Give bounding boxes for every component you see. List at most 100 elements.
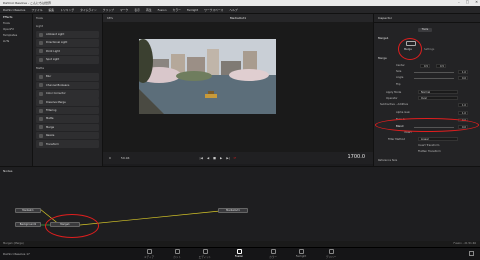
- menu-item[interactable]: タイムライン: [80, 8, 97, 12]
- node-background1[interactable]: Background1: [15, 222, 41, 227]
- edit-icon: [202, 249, 208, 254]
- page-cut[interactable]: カット: [166, 249, 188, 259]
- rewind-button[interactable]: |◀: [200, 156, 203, 160]
- library-item[interactable]: Filtering: [36, 106, 99, 115]
- inspector-title: Inspector: [374, 14, 480, 23]
- close-icon[interactable]: ✕: [475, 0, 478, 4]
- section-merge: Merge: [378, 56, 387, 60]
- effects-library: Tools Light Ambient Light Directional Li…: [33, 14, 103, 166]
- library-item[interactable]: Spot Light: [36, 55, 99, 64]
- node-mediaout1[interactable]: MediaOut1: [218, 208, 248, 213]
- page-fairlight[interactable]: Fairlight: [290, 249, 312, 258]
- page-fusion[interactable]: Fusion: [228, 249, 250, 258]
- library-item[interactable]: Matte: [36, 115, 99, 123]
- page-deliver[interactable]: デリバー: [320, 249, 342, 259]
- timecode: 1700.0: [347, 154, 366, 160]
- home-icon[interactable]: [469, 251, 474, 256]
- alpha-gain-field[interactable]: 1.0: [458, 111, 468, 115]
- menu-item[interactable]: クリップ: [103, 8, 114, 12]
- effects-item-luts[interactable]: LUTs: [0, 38, 32, 44]
- color-icon: [270, 249, 276, 254]
- page-media[interactable]: メディア: [138, 249, 160, 259]
- library-section-tools: Tools: [36, 16, 43, 20]
- size-field[interactable]: 1.0: [458, 70, 468, 74]
- library-item[interactable]: Ambient Light: [36, 30, 99, 39]
- reverse-button[interactable]: ◀: [207, 156, 209, 160]
- menu-item[interactable]: マーク: [120, 8, 128, 12]
- menu-item[interactable]: ファイル: [31, 8, 42, 12]
- loop-button[interactable]: ⟳: [234, 156, 237, 160]
- library-item[interactable]: Point Light: [36, 47, 99, 56]
- additive-field[interactable]: 1.0: [458, 103, 468, 107]
- row-label: Apply Mode: [386, 91, 402, 94]
- library-item[interactable]: Color Corrector: [36, 89, 99, 98]
- stop-button[interactable]: ■: [213, 156, 216, 160]
- menu-item[interactable]: Fairlight: [187, 8, 198, 12]
- annotation-ellipse-merge-tab: [398, 38, 422, 60]
- viewer-header: 68% MediaOut1: [103, 14, 373, 22]
- reference-size-section[interactable]: Reference Size: [378, 159, 397, 162]
- library-item[interactable]: Blur: [36, 73, 99, 81]
- tool-icon: [39, 108, 43, 113]
- app-name: DaVinci Resolve 17: [3, 252, 30, 256]
- tool-icon: [39, 142, 43, 147]
- library-item[interactable]: Transform: [36, 140, 99, 148]
- row-label: Flatten Transform: [418, 150, 441, 153]
- maximize-icon[interactable]: □: [466, 0, 469, 4]
- operator-select[interactable]: Over: [418, 96, 458, 100]
- minimize-icon[interactable]: –: [458, 0, 460, 4]
- center-y-field[interactable]: 0.5: [436, 64, 446, 68]
- library-section-matte: Matte: [36, 66, 45, 71]
- size-slider[interactable]: [414, 72, 454, 73]
- node-mediain1[interactable]: MediaIn1: [15, 208, 41, 213]
- tab-tools[interactable]: Tools: [418, 28, 432, 32]
- row-label: Angle: [396, 76, 404, 79]
- cut-icon: [174, 249, 180, 254]
- menu-item[interactable]: 編集: [49, 8, 55, 12]
- angle-field[interactable]: 0.0: [458, 76, 468, 80]
- center-x-field[interactable]: 0.5: [420, 64, 430, 68]
- menu-item[interactable]: トリミング: [60, 8, 74, 12]
- angle-slider[interactable]: [414, 78, 454, 79]
- library-item[interactable]: Dissolve Merge: [36, 98, 99, 106]
- menu-item[interactable]: Fusion: [158, 8, 167, 12]
- filter-method-select[interactable]: Linear: [418, 137, 458, 141]
- page-edit[interactable]: エディット: [194, 249, 216, 259]
- library-item[interactable]: Directional Light: [36, 39, 99, 47]
- light-icon: [39, 32, 43, 37]
- page-color[interactable]: カラー: [262, 249, 284, 259]
- fps-field[interactable]: 59.94: [121, 156, 130, 160]
- node-name: Merge1: [378, 36, 389, 40]
- tool-icon: [39, 91, 43, 96]
- deliver-icon: [328, 249, 334, 254]
- library-item[interactable]: Merge: [36, 123, 99, 132]
- forward-button[interactable]: ▶|: [226, 156, 229, 160]
- play-button[interactable]: ▶: [220, 156, 222, 160]
- zoom-level[interactable]: 68%: [107, 16, 113, 20]
- effects-panel: Effects Tools OpenFX Templates LUTs: [0, 14, 33, 166]
- tool-icon: [39, 83, 43, 88]
- menu-item[interactable]: 表示: [134, 8, 140, 12]
- tool-icon: [39, 125, 43, 130]
- menu-item[interactable]: カラー: [173, 8, 181, 12]
- tool-icon: [39, 100, 43, 105]
- apply-mode-select[interactable]: Normal: [418, 90, 458, 94]
- menu-item[interactable]: 再生: [146, 8, 152, 12]
- menu-item[interactable]: ヘルプ: [229, 8, 237, 12]
- page-switcher: DaVinci Resolve 17 メディア カット エディット Fusion…: [0, 247, 480, 260]
- tool-icon: [39, 74, 43, 79]
- row-label: Alpha Gain: [396, 111, 411, 114]
- tab-settings[interactable]: Settings: [424, 48, 434, 51]
- library-item[interactable]: Resize: [36, 131, 99, 140]
- media-icon: [146, 249, 152, 254]
- viewer-transport: 0 59.94 |◀ ◀ ■ ▶ ▶| ⟳: [103, 152, 373, 164]
- row-label: Size: [396, 70, 402, 73]
- library-item[interactable]: Channel Booleans: [36, 81, 99, 90]
- row-label: Invert Transform: [418, 144, 440, 147]
- menu-item[interactable]: DaVinci Resolve: [3, 8, 25, 12]
- menu-item[interactable]: ワークスペース: [204, 8, 223, 12]
- frame-field[interactable]: 0: [109, 156, 111, 160]
- light-icon: [39, 49, 43, 54]
- status-left: Merge1 (Merge): [3, 242, 24, 245]
- inspector-panel: Inspector Tools Merge1 Merge Settings Me…: [373, 14, 480, 166]
